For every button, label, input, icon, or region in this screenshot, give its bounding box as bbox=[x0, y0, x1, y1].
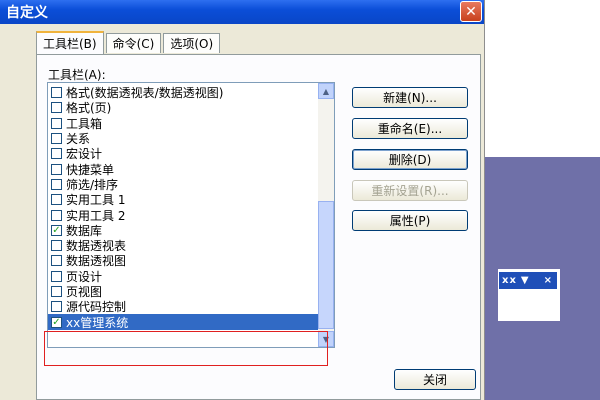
tab-options[interactable]: 选项(O) bbox=[163, 33, 221, 53]
checkbox[interactable] bbox=[51, 286, 62, 297]
checkbox[interactable] bbox=[51, 301, 62, 313]
floating-toolbar[interactable]: xx ▼ × bbox=[497, 268, 561, 322]
toolbar-list-item[interactable]: 数据透视表 bbox=[48, 238, 318, 253]
tab-toolbars[interactable]: 工具栏(B) bbox=[36, 31, 104, 54]
checkbox[interactable] bbox=[51, 270, 62, 282]
checkbox[interactable] bbox=[51, 87, 62, 99]
toolbar-list-item[interactable]: 页视图 bbox=[48, 284, 318, 299]
vertical-scrollbar[interactable]: ▲ ▼ bbox=[318, 83, 334, 347]
floating-toolbar-titlebar[interactable]: xx ▼ × bbox=[499, 272, 557, 289]
toolbar-list-item[interactable]: 格式(数据透视表/数据透视图) bbox=[48, 85, 318, 100]
reset-toolbar-button: 重新设置(R)... bbox=[352, 180, 468, 201]
checkbox[interactable] bbox=[51, 240, 62, 252]
toolbar-list-item[interactable]: ✓ xx管理系统 bbox=[48, 314, 318, 330]
toolbar-list-item[interactable]: 快捷菜单 bbox=[48, 161, 318, 177]
toolbar-list-item[interactable]: 宏设计 bbox=[48, 146, 318, 161]
close-window-button[interactable]: ✕ bbox=[460, 1, 482, 22]
floating-toolbar-title: xx bbox=[502, 275, 517, 286]
floating-toolbar-body bbox=[499, 289, 557, 317]
toolbar-list-item[interactable]: 源代码控制 bbox=[48, 299, 318, 314]
checkbox[interactable] bbox=[51, 255, 62, 267]
toolbar-list-item[interactable]: 工具箱 bbox=[48, 116, 318, 131]
toolbar-list-item[interactable]: 格式(页) bbox=[48, 100, 318, 115]
checkbox[interactable] bbox=[51, 102, 62, 114]
toolbar-list-item[interactable]: 数据透视图 bbox=[48, 253, 318, 268]
checkbox[interactable] bbox=[51, 194, 62, 206]
rename-toolbar-button[interactable]: 重命名(E)... bbox=[352, 118, 468, 139]
toolbar-list-item[interactable]: 实用工具 2 bbox=[48, 207, 318, 223]
toolbar-list-item[interactable]: 实用工具 1 bbox=[48, 192, 318, 207]
delete-toolbar-button[interactable]: 删除(D) bbox=[352, 149, 468, 170]
scroll-up-button[interactable]: ▲ bbox=[318, 83, 334, 99]
dialog-title: 自定义 bbox=[6, 5, 48, 21]
checkbox[interactable] bbox=[51, 163, 62, 175]
dropdown-arrow-icon[interactable]: ▼ bbox=[521, 275, 530, 286]
toolbars-list-label: 工具栏(A): bbox=[48, 68, 106, 82]
tab-commands[interactable]: 命令(C) bbox=[105, 33, 162, 53]
checkbox[interactable] bbox=[51, 133, 62, 145]
close-icon: ✕ bbox=[465, 3, 477, 20]
properties-button[interactable]: 属性(P) bbox=[352, 210, 468, 231]
toolbar-list-item[interactable]: 关系 bbox=[48, 131, 318, 146]
checkbox[interactable] bbox=[51, 178, 62, 190]
tab-strip: 工具栏(B) 命令(C) 选项(O) bbox=[36, 31, 222, 55]
checkbox[interactable] bbox=[51, 209, 62, 221]
close-dialog-button[interactable]: 关闭 bbox=[394, 369, 476, 390]
scroll-thumb[interactable] bbox=[318, 201, 334, 329]
checked-checkbox[interactable]: ✓ bbox=[51, 224, 62, 236]
checkbox[interactable] bbox=[51, 117, 62, 129]
toolbar-list-item[interactable]: 筛选/排序 bbox=[48, 177, 318, 192]
checked-checkbox[interactable]: ✓ bbox=[51, 316, 62, 328]
annotation-highlight-box bbox=[44, 331, 328, 366]
toolbar-list-item[interactable]: ✓ 数据库 bbox=[48, 223, 318, 238]
close-icon[interactable]: × bbox=[544, 275, 553, 286]
checkbox[interactable] bbox=[51, 148, 62, 160]
toolbar-list-item[interactable]: 页设计 bbox=[48, 269, 318, 284]
toolbar-item-label: xx管理系统 bbox=[66, 315, 129, 330]
dialog-titlebar[interactable]: 自定义 ✕ bbox=[0, 0, 484, 24]
toolbars-listbox[interactable]: 格式(数据透视表/数据透视图) 格式(页) 工具箱 关系 宏设计 快捷菜单 筛选/排序 实用工… bbox=[47, 82, 335, 348]
new-toolbar-button[interactable]: 新建(N)... bbox=[352, 87, 468, 108]
